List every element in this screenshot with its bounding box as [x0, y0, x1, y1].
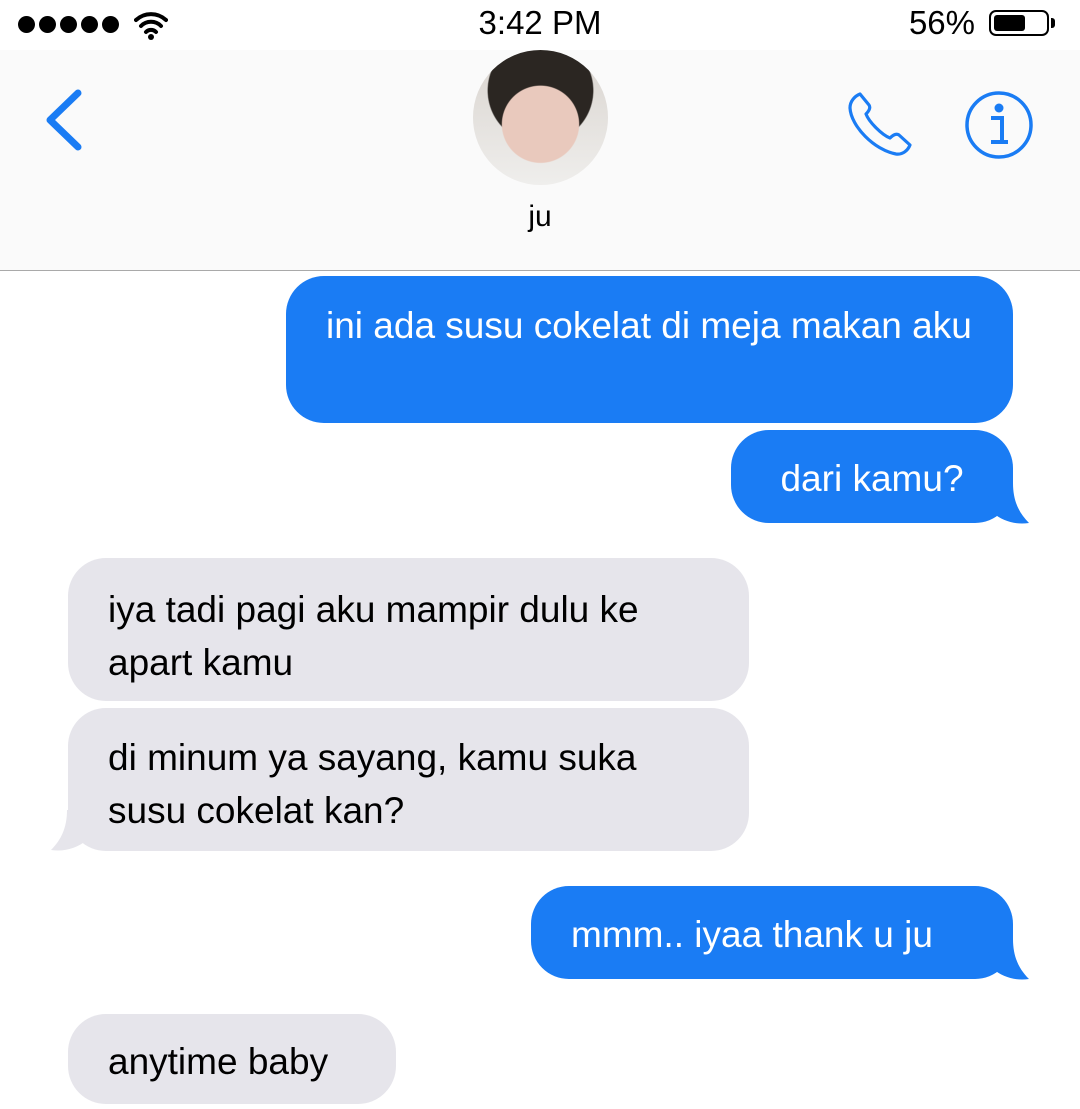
message-bubble-received[interactable]: anytime baby — [68, 1014, 396, 1104]
conversation-header: ju — [0, 50, 1080, 271]
battery-icon — [989, 10, 1049, 36]
status-bar: 3:42 PM 56% — [0, 0, 1080, 50]
battery-nub — [1051, 18, 1055, 28]
message-bubble-sent[interactable]: dari kamu? — [731, 430, 1013, 523]
message-bubble-sent[interactable]: ini ada susu cokelat di meja makan aku — [286, 276, 1013, 423]
message-bubble-received[interactable]: di minum ya sayang, kamu suka susu cokel… — [68, 708, 749, 851]
message-bubble-sent[interactable]: mmm.. iyaa thank u ju — [531, 886, 1013, 979]
contact-name[interactable]: ju — [0, 200, 1080, 234]
info-icon[interactable] — [964, 90, 1034, 160]
phone-icon[interactable] — [846, 90, 916, 158]
message-bubble-received[interactable]: iya tadi pagi aku mampir dulu ke apart k… — [68, 558, 749, 701]
battery-percent: 56% — [908, 4, 975, 41]
bubble-tail-received — [51, 810, 95, 851]
contact-avatar[interactable] — [473, 50, 608, 185]
bubble-tail-sent — [985, 939, 1029, 980]
bubble-tail-sent — [985, 483, 1029, 524]
chevron-left-icon[interactable] — [40, 85, 90, 155]
